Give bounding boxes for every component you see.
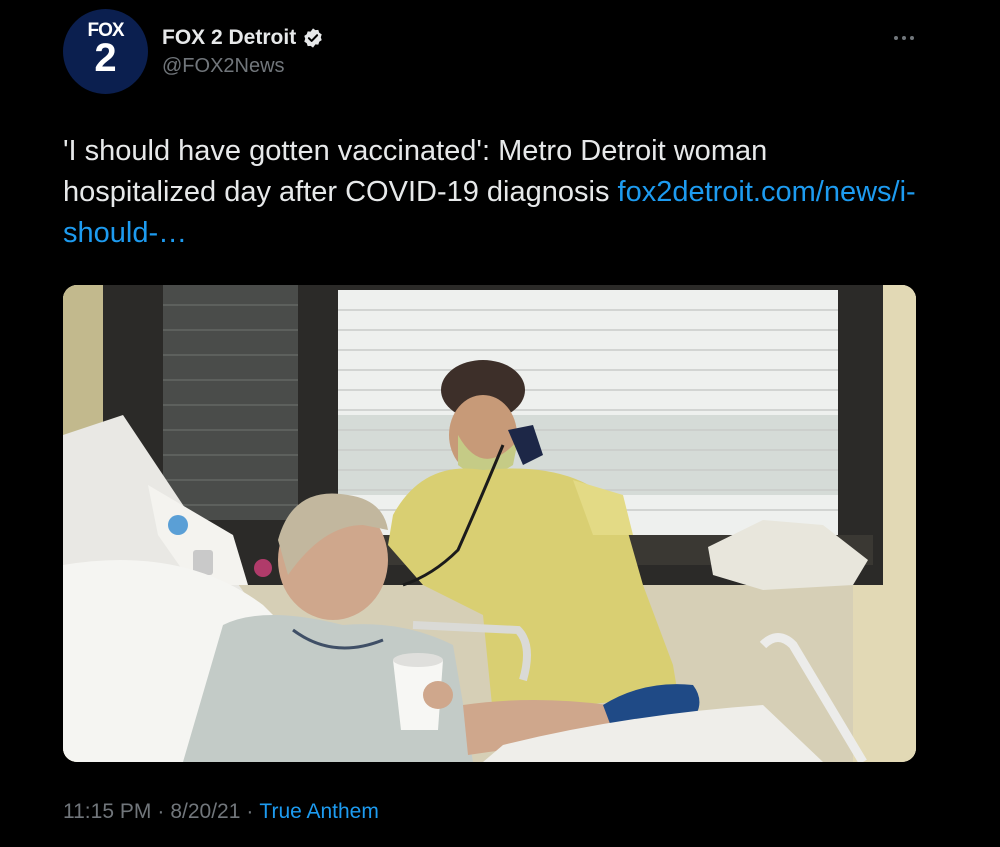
author-name-row: FOX 2 Detroit: [162, 26, 324, 50]
tweet-time[interactable]: 11:15 PM: [63, 800, 151, 824]
hospital-photo: [63, 285, 916, 762]
more-dots-icon: [894, 36, 914, 40]
avatar-logo-number: 2: [94, 36, 117, 80]
tweet-date[interactable]: 8/20/21: [170, 800, 240, 824]
meta-separator: ·: [246, 800, 254, 823]
avatar[interactable]: FOX 2: [63, 9, 148, 94]
tweet-text: 'I should have gotten vaccinated': Metro…: [63, 131, 923, 254]
tweet-source-link[interactable]: True Anthem: [259, 800, 378, 824]
meta-separator: ·: [157, 800, 165, 823]
tweet-media-photo[interactable]: [63, 285, 916, 762]
author-handle[interactable]: @FOX2News: [162, 55, 285, 78]
verified-badge-icon: [302, 27, 324, 49]
author-display-name[interactable]: FOX 2 Detroit: [162, 26, 296, 50]
more-options-button[interactable]: [888, 24, 920, 52]
tweet-meta: 11:15 PM · 8/20/21 · True Anthem: [63, 800, 379, 824]
